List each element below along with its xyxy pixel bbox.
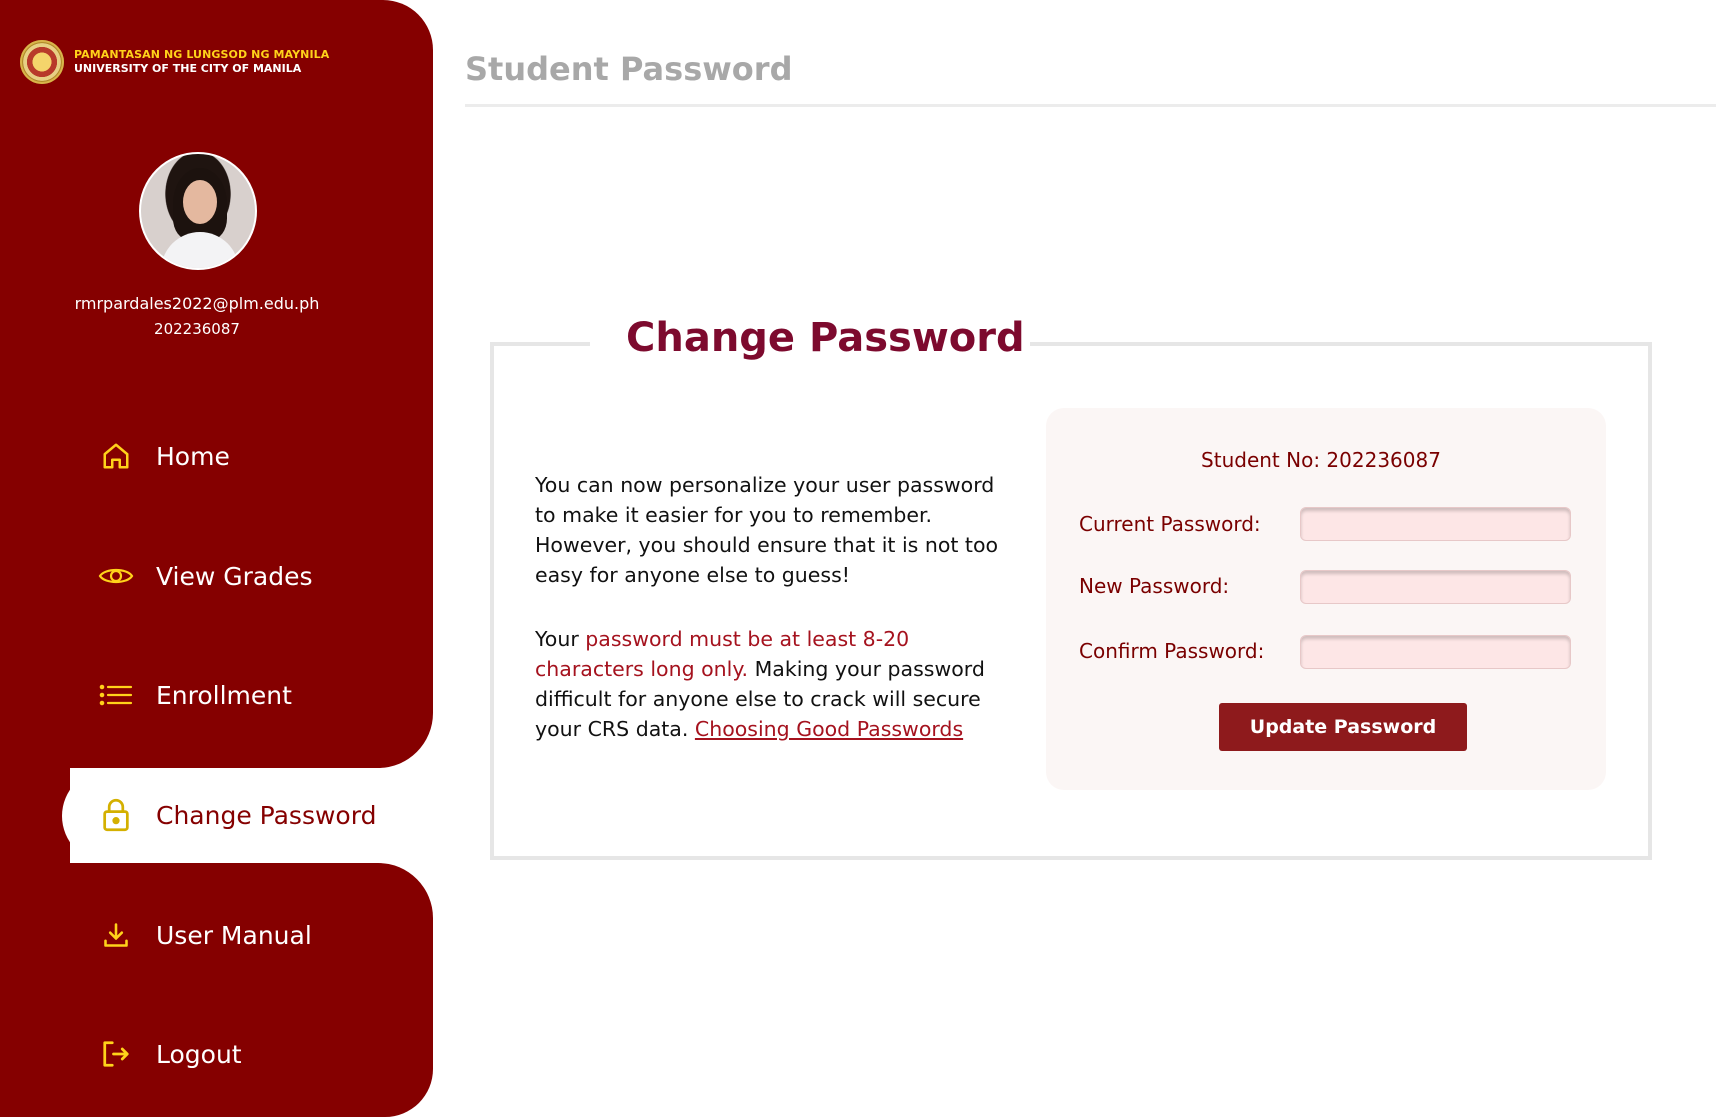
sidebar-item-logout[interactable]: Logout <box>96 1034 242 1074</box>
eye-icon <box>96 556 136 596</box>
user-student-id: 202236087 <box>154 320 240 338</box>
sidebar-item-enrollment[interactable]: Enrollment <box>96 675 292 715</box>
university-name-english: UNIVERSITY OF THE CITY OF MANILA <box>74 62 302 75</box>
logout-icon <box>96 1034 136 1074</box>
new-password-field[interactable] <box>1300 570 1571 604</box>
download-icon <box>96 915 136 955</box>
lock-icon <box>96 795 136 835</box>
info-paragraph: You can now personalize your user passwo… <box>535 473 999 587</box>
university-logo-block: PAMANTASAN NG LUNGSOD NG MAYNILA UNIVERS… <box>20 40 329 84</box>
password-info-text: You can now personalize your user passwo… <box>535 470 1005 778</box>
list-icon <box>96 675 136 715</box>
sidebar-item-view-grades[interactable]: View Grades <box>96 556 313 596</box>
home-icon <box>96 436 136 476</box>
sidebar-item-user-manual[interactable]: User Manual <box>96 915 312 955</box>
choosing-good-passwords-link[interactable]: Choosing Good Passwords <box>695 717 963 741</box>
info-prefix: Your <box>535 627 586 651</box>
update-password-button[interactable]: Update Password <box>1219 703 1467 751</box>
sidebar-top-panel <box>0 0 433 768</box>
title-divider <box>465 104 1716 107</box>
current-password-label: Current Password: <box>1079 512 1261 536</box>
university-name: PAMANTASAN NG LUNGSOD NG MAYNILA UNIVERS… <box>74 48 329 76</box>
sidebar-item-label: User Manual <box>156 920 312 950</box>
sidebar-item-label: View Grades <box>156 561 313 591</box>
sidebar-bottom-panel <box>0 863 433 1117</box>
sidebar-item-home[interactable]: Home <box>96 436 230 476</box>
current-password-field[interactable] <box>1300 507 1571 541</box>
new-password-label: New Password: <box>1079 574 1230 598</box>
avatar <box>139 152 257 270</box>
user-email: rmrpardales2022@plm.edu.ph <box>74 294 320 313</box>
university-seal-logo <box>20 40 64 84</box>
sidebar-item-label: Logout <box>156 1039 242 1069</box>
confirm-password-label: Confirm Password: <box>1079 639 1265 663</box>
card-title: Change Password <box>626 315 1025 361</box>
sidebar-item-label: Enrollment <box>156 680 292 710</box>
sidebar-item-label: Change Password <box>156 800 377 830</box>
page-title: Student Password <box>465 50 793 88</box>
info-paragraph-requirements: Your password must be at least 8-20 char… <box>535 624 1005 744</box>
university-name-filipino: PAMANTASAN NG LUNGSOD NG MAYNILA <box>74 48 330 62</box>
form-student-number: Student No: 202236087 <box>1201 448 1441 472</box>
sidebar-item-label: Home <box>156 441 230 471</box>
sidebar-item-change-password[interactable]: Change Password <box>96 795 376 835</box>
sidebar: PAMANTASAN NG LUNGSOD NG MAYNILA UNIVERS… <box>0 0 462 1117</box>
confirm-password-field[interactable] <box>1300 635 1571 669</box>
